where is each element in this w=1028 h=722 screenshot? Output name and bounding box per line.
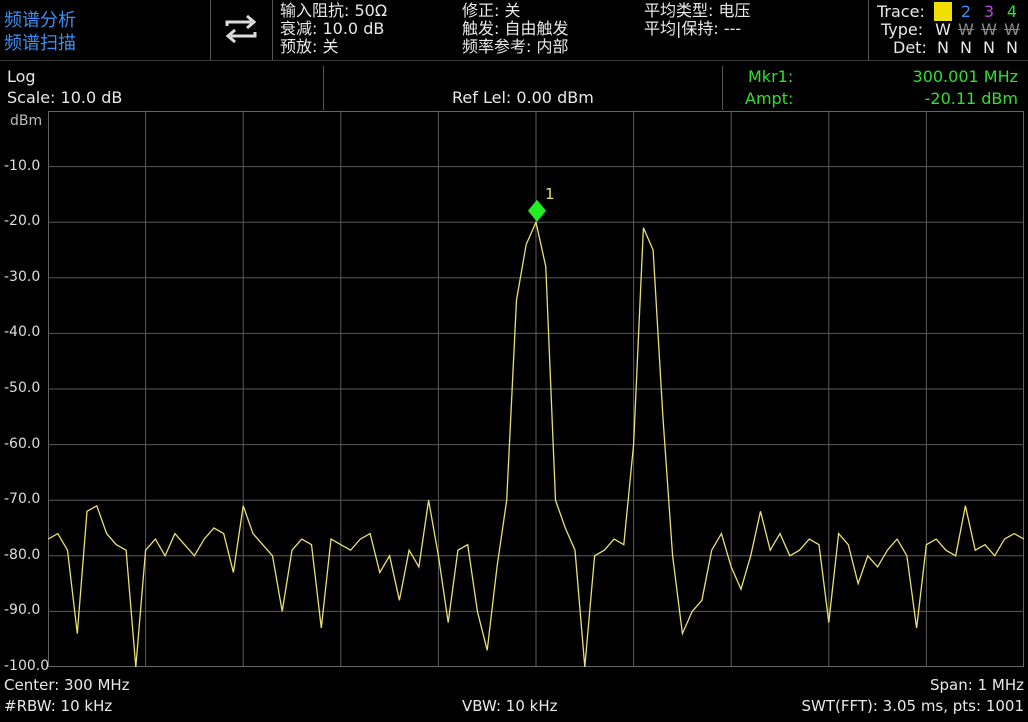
center-frequency[interactable]: Center: 300 MHz (4, 676, 130, 694)
divider (868, 0, 869, 60)
y-tick-label: -90.0 (4, 602, 41, 619)
marker-1-label: 1 (545, 185, 555, 203)
setting-impedance[interactable]: 输入阻抗: 50Ω (280, 2, 387, 20)
y-tick-label: -60.0 (4, 435, 41, 452)
marker-ampt-label: Ampt: (745, 89, 794, 108)
trace-types: WWWW (934, 20, 1021, 39)
divider (210, 0, 211, 60)
y-tick-label: -20.0 (4, 213, 41, 230)
setting-avg-hold[interactable]: 平均|保持: --- (644, 20, 741, 38)
y-tick-label: -100.0 (4, 658, 50, 674)
trace-1-det: N (937, 38, 949, 57)
y-tick-label: -10.0 (4, 157, 41, 174)
trace-1-type: W (935, 20, 951, 39)
mode-line2[interactable]: 频谱扫描 (4, 29, 76, 55)
divider (722, 66, 723, 110)
marker-frequency[interactable]: 300.001 MHz (913, 68, 1018, 86)
scale-mode: Log (7, 67, 36, 86)
ref-level[interactable]: Ref Lel: 0.00 dBm (452, 89, 594, 107)
y-tick-label: -40.0 (4, 324, 41, 341)
marker-label: Mkr1: (748, 67, 794, 86)
y-tick-label: -50.0 (4, 380, 41, 396)
trace-3-type: W (981, 20, 997, 39)
setting-preamp[interactable]: 预放: 关 (280, 38, 338, 56)
trace-selectors: 1234 (934, 2, 1021, 21)
det-label: Det: (893, 38, 927, 57)
spectrum-display[interactable]: 1 (48, 111, 1024, 667)
y-axis-unit: dBm (10, 113, 43, 129)
y-tick-label: -80.0 (4, 546, 41, 563)
divider (272, 0, 273, 60)
rbw[interactable]: #RBW: 10 kHz (4, 697, 112, 715)
trace-label: Trace: (877, 2, 925, 21)
trace-4-button[interactable]: 4 (1003, 2, 1021, 21)
y-tick-label: -30.0 (4, 268, 41, 285)
sweep-mode-icon[interactable] (221, 12, 261, 46)
trace-2-type: W (958, 20, 974, 39)
setting-attenuation[interactable]: 衰减: 10.0 dB (280, 20, 384, 38)
y-tick-label: -70.0 (4, 491, 41, 508)
divider (323, 66, 324, 110)
trace-2-button[interactable]: 2 (957, 2, 975, 21)
trace-4-type: W (1004, 20, 1020, 39)
trace-2-det: N (960, 38, 972, 57)
trace-3-det: N (983, 38, 995, 57)
type-label: Type: (881, 20, 924, 39)
trace-1-button[interactable]: 1 (934, 2, 952, 21)
vbw[interactable]: VBW: 10 kHz (462, 697, 558, 715)
sweep-time-points[interactable]: SWT(FFT): 3.05 ms, pts: 1001 (801, 697, 1024, 715)
setting-correction[interactable]: 修正: 关 (462, 2, 520, 20)
setting-freq-ref[interactable]: 频率参考: 内部 (462, 38, 568, 56)
trace-3-button[interactable]: 3 (980, 2, 998, 21)
trace-dets: NNNN (934, 38, 1021, 57)
scale-value[interactable]: Scale: 10.0 dB (7, 89, 122, 107)
setting-trigger[interactable]: 触发: 自由触发 (462, 20, 568, 38)
trace-4-det: N (1006, 38, 1018, 57)
span[interactable]: Span: 1 MHz (930, 676, 1024, 694)
marker-amplitude[interactable]: -20.11 dBm (925, 90, 1018, 108)
setting-avg-type[interactable]: 平均类型: 电压 (644, 2, 750, 20)
